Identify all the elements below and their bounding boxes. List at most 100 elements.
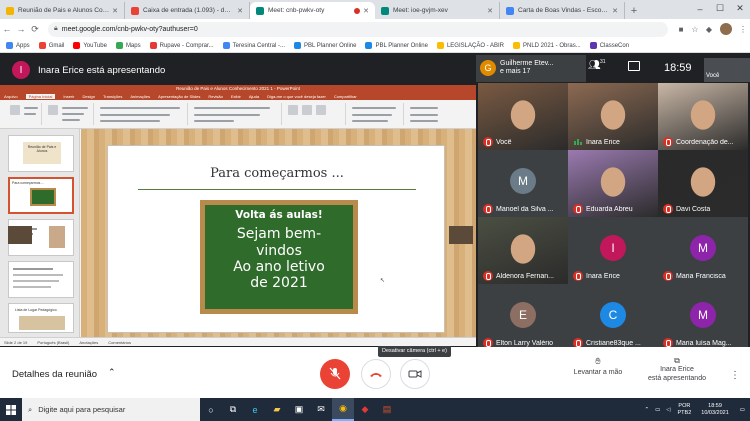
- browser-tab[interactable]: Caixa de entrada (1.093) - den... ✕: [125, 2, 250, 19]
- slide-thumbnail[interactable]: Reunião de Pais e Alunos: [8, 135, 74, 172]
- forward-icon[interactable]: →: [14, 24, 28, 34]
- participant-tile[interactable]: M Maria Francisca: [658, 217, 748, 284]
- ribbon-tab[interactable]: Revisão: [208, 94, 222, 99]
- chrome-icon[interactable]: ◉: [332, 398, 354, 421]
- extensions-icon[interactable]: ◆: [702, 25, 716, 34]
- more-options-icon[interactable]: ⋮: [730, 370, 740, 381]
- ribbon-tab[interactable]: Diga-me o que você deseja fazer: [267, 94, 326, 99]
- slide-thumbnail[interactable]: [8, 261, 74, 298]
- participant-tile[interactable]: Você: [478, 83, 568, 150]
- ribbon-tab[interactable]: Página Inicial: [25, 93, 56, 99]
- participant-tile[interactable]: Aldenora Fernan...: [478, 217, 568, 284]
- taskbar-search-box[interactable]: ⌕ Digite aqui para pesquisar: [22, 398, 200, 421]
- ribbon-tab[interactable]: Ajuda: [249, 94, 259, 99]
- bookmark-item[interactable]: LEGISLAÇÃO - ABIR: [436, 42, 504, 49]
- presenter-status: está apresentando: [648, 375, 706, 382]
- maximize-button[interactable]: ☐: [710, 0, 730, 17]
- bookmark-item[interactable]: PNLD 2021 - Obras...: [513, 42, 581, 49]
- leave-call-button[interactable]: [361, 359, 391, 389]
- menu-icon[interactable]: ⋮: [736, 25, 750, 34]
- tab-favicon-icon: [256, 6, 264, 15]
- close-tab-icon[interactable]: ✕: [363, 7, 369, 15]
- mail-icon[interactable]: ✉: [310, 398, 332, 421]
- presenting-info-button[interactable]: ⧉ Inara Erice está apresentando: [640, 356, 714, 383]
- notifications-icon[interactable]: ▭: [740, 407, 745, 413]
- participant-tile[interactable]: M Manoel da Silva ...: [478, 150, 568, 217]
- ribbon-tab[interactable]: Exibir: [231, 94, 241, 99]
- bookmark-item[interactable]: YouTube: [73, 42, 107, 49]
- minimize-button[interactable]: –: [690, 0, 710, 17]
- camera-icon[interactable]: ■: [674, 25, 688, 34]
- bookmark-label: PNLD 2021 - Obras...: [523, 42, 581, 49]
- camera-toggle-button[interactable]: [400, 359, 430, 389]
- close-tab-icon[interactable]: ✕: [612, 7, 618, 15]
- url-field[interactable]: 🔒︎ meet.google.com/cnb-pwkv-oty?authuser…: [48, 21, 668, 37]
- participant-tile[interactable]: Coordenação de...: [658, 83, 748, 150]
- network-icon[interactable]: ▭: [655, 407, 660, 413]
- acrobat-icon[interactable]: ◆: [354, 398, 376, 421]
- participant-name: Você: [496, 139, 512, 146]
- back-icon[interactable]: ←: [0, 24, 14, 34]
- close-tab-icon[interactable]: ✕: [487, 7, 493, 15]
- windows-start-icon[interactable]: [0, 398, 22, 421]
- ribbon-tab[interactable]: Inserir: [63, 94, 74, 99]
- language-indicator[interactable]: POR PTB2: [678, 403, 692, 417]
- participant-tile[interactable]: I Inara Erice: [568, 217, 658, 284]
- ribbon-tab[interactable]: Compartilhar: [334, 94, 357, 99]
- task-view-icon[interactable]: ⧉: [222, 398, 244, 421]
- bookmark-item[interactable]: Rupave - Comprar...: [149, 42, 214, 49]
- participant-group-tile[interactable]: G Guilherme Etev... e mais 17: [476, 55, 586, 82]
- close-tab-icon[interactable]: ✕: [112, 7, 118, 15]
- bookmark-item[interactable]: PBL Planner Online: [294, 42, 356, 49]
- profile-avatar[interactable]: [720, 23, 732, 35]
- participant-tile[interactable]: Davi Costa: [658, 150, 748, 217]
- browser-tab[interactable]: Meet: ioe-gvjm-xev ✕: [375, 2, 500, 19]
- bookmark-item[interactable]: Apps: [6, 42, 30, 49]
- mic-off-icon: [573, 204, 583, 214]
- cortana-icon[interactable]: ○: [200, 398, 222, 421]
- participant-tile[interactable]: M Maria luísa Mag...: [658, 284, 748, 351]
- participant-tile[interactable]: Inara Erice: [568, 83, 658, 150]
- powerpoint-icon[interactable]: ▤: [376, 398, 398, 421]
- ribbon-tab[interactable]: Design: [82, 94, 94, 99]
- slide-thumbnail-selected[interactable]: Para começarmos ...: [8, 177, 74, 214]
- slide-heading: Para começarmos ...: [210, 166, 344, 181]
- chevron-up-icon[interactable]: ⌃: [108, 367, 116, 378]
- star-icon[interactable]: ☆: [688, 25, 702, 34]
- chat-icon[interactable]: [628, 61, 640, 71]
- participant-tile[interactable]: E Elton Larry Valério: [478, 284, 568, 351]
- participant-avatar: M: [510, 168, 536, 194]
- close-tab-icon[interactable]: ✕: [237, 7, 243, 15]
- ribbon-tab[interactable]: Animações: [130, 94, 150, 99]
- bookmark-item[interactable]: Teresina Central -...: [222, 42, 285, 49]
- system-clock[interactable]: 18:59 10/03/2021: [701, 403, 729, 417]
- bookmark-item[interactable]: Gmail: [38, 42, 64, 49]
- ribbon-tab[interactable]: Transições: [103, 94, 122, 99]
- bookmark-item[interactable]: ClasseCon: [589, 42, 629, 49]
- browser-tab[interactable]: Meet: cnb-pwkv-oty ✕: [250, 2, 375, 19]
- bookmark-item[interactable]: Maps: [115, 42, 141, 49]
- ribbon-tab[interactable]: Apresentação de Slides: [158, 94, 200, 99]
- slide-thumbnail[interactable]: Lista de Lugar Pedagógico: [8, 303, 74, 333]
- file-explorer-icon[interactable]: ▰: [266, 398, 288, 421]
- slide-divider: [138, 189, 416, 190]
- close-window-button[interactable]: ✕: [730, 0, 750, 17]
- edge-icon[interactable]: e: [244, 398, 266, 421]
- volume-icon[interactable]: ◁: [666, 407, 670, 413]
- ribbon-tab[interactable]: Arquivo: [4, 94, 18, 99]
- meeting-details-button[interactable]: Detalhes da reunião: [12, 369, 97, 380]
- raise-hand-button[interactable]: ✋︎ Levantar a mão: [566, 356, 630, 376]
- thumbnail-chalkboard: [30, 188, 56, 206]
- microphone-toggle-button[interactable]: [320, 359, 350, 389]
- browser-tab[interactable]: Reunião de Pais e Alunos Cont... ✕: [0, 2, 125, 19]
- address-bar-row: ← → ⟳ 🔒︎ meet.google.com/cnb-pwkv-oty?au…: [0, 19, 750, 39]
- browser-tab[interactable]: Carta de Boas Vindas - Escola... ✕: [500, 2, 625, 19]
- reload-icon[interactable]: ⟳: [28, 24, 42, 35]
- participant-tile[interactable]: Eduarda Abreu: [568, 150, 658, 217]
- bookmark-item[interactable]: PBL Planner Online: [365, 42, 428, 49]
- participant-tile[interactable]: C Cristiane83que ...: [568, 284, 658, 351]
- store-icon[interactable]: ▣: [288, 398, 310, 421]
- tray-chevron-icon[interactable]: ⌃: [644, 407, 649, 413]
- participant-name: Coordenação de...: [676, 139, 734, 146]
- new-tab-button[interactable]: +: [625, 2, 643, 19]
